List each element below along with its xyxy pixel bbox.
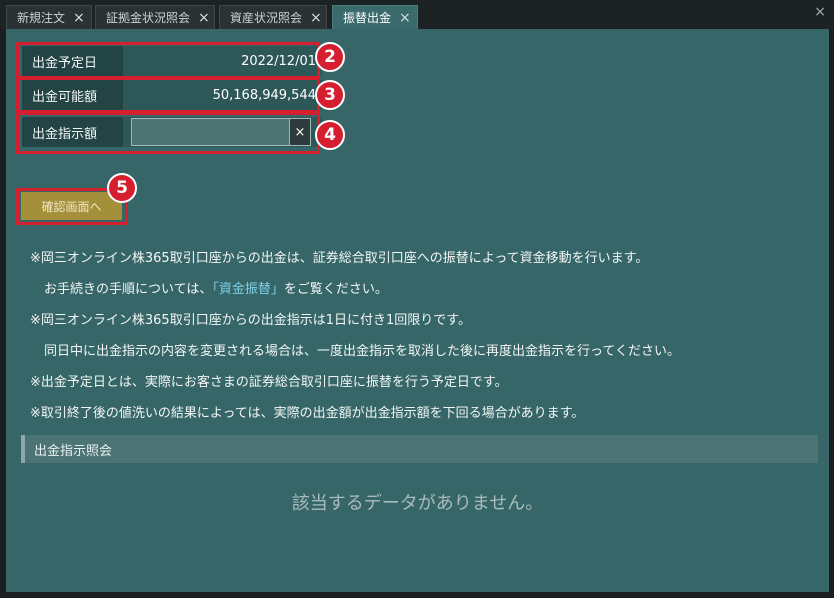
tab-asset-status[interactable]: 資産状況照会 ×	[219, 5, 327, 29]
window-close-icon[interactable]: ×	[814, 4, 826, 20]
tab-new-order[interactable]: 新規注文 ×	[6, 5, 92, 29]
highlight-box	[16, 42, 320, 79]
note-line: ※出金予定日とは、実際にお客さまの証券総合取引口座に振替を行う予定日です。	[30, 375, 508, 390]
tab-label: 資産状況照会	[230, 11, 303, 25]
close-icon[interactable]: ×	[73, 10, 85, 26]
note-line: お手続きの手順については、「資金振替」をご覧ください。	[30, 274, 820, 305]
tab-label: 新規注文	[17, 11, 66, 25]
note-line: ※岡三オンライン株365取引口座からの出金指示は1日に付き1回限りです。	[30, 313, 471, 328]
tab-transfer-withdrawal[interactable]: 振替出金 ×	[332, 5, 418, 29]
annotation-badge-5: 5	[107, 173, 137, 203]
note-text: お手続きの手順については、	[44, 282, 213, 297]
empty-message: 該当するデータがありません。	[291, 493, 544, 514]
annotation-badge-4: 4	[315, 120, 345, 150]
note-line: ※岡三オンライン株365取引口座からの出金は、証券総合取引口座への振替によって資…	[30, 251, 649, 266]
withdrawal-history-header: 出金指示照会	[21, 435, 818, 463]
tab-label: 振替出金	[343, 11, 392, 25]
highlight-box	[16, 77, 320, 113]
note-line: 同日中に出金指示の内容を変更される場合は、一度出金指示を取消した後に再度出金指示…	[44, 344, 680, 359]
withdrawal-panel: 出金予定日 2022/12/01 2 出金可能額 50,168,949,544 …	[6, 29, 829, 592]
note-line: ※取引終了後の値洗いの結果によっては、実際の出金額が出金指示額を下回る場合があり…	[30, 406, 585, 421]
tab-label: 証拠金状況照会	[106, 11, 191, 25]
notes-block: ※岡三オンライン株365取引口座からの出金は、証券総合取引口座への振替によって資…	[30, 243, 820, 429]
close-icon[interactable]: ×	[198, 10, 210, 26]
tab-margin-status[interactable]: 証拠金状況照会 ×	[95, 5, 215, 29]
note-text: をご覧ください。	[283, 282, 388, 297]
fund-transfer-link[interactable]: 「資金振替」	[212, 282, 284, 297]
annotation-badge-3: 3	[315, 80, 345, 110]
close-icon[interactable]: ×	[310, 10, 322, 26]
annotation-badge-2: 2	[315, 42, 345, 72]
highlight-box	[16, 112, 320, 154]
close-icon[interactable]: ×	[399, 10, 411, 26]
tab-bar: 新規注文 × 証拠金状況照会 × 資産状況照会 × 振替出金 × ×	[0, 0, 834, 29]
